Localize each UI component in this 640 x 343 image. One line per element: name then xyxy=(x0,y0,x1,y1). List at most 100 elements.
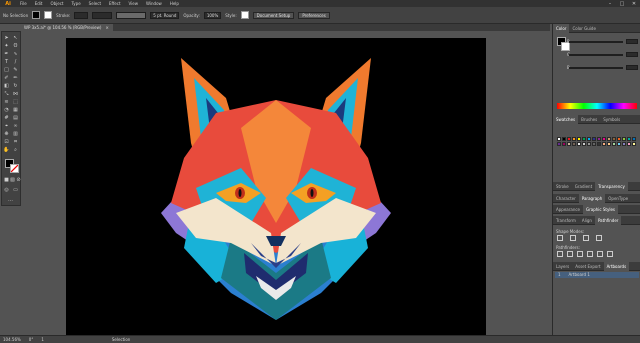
swatch[interactable] xyxy=(602,142,606,146)
tab-paragraph[interactable]: Paragraph xyxy=(578,193,606,203)
stroke-color-icon[interactable] xyxy=(10,164,19,173)
free-transform-icon[interactable]: ⬚ xyxy=(12,99,19,106)
direct-selection-tool-icon[interactable]: ↖ xyxy=(12,35,19,42)
preferences-button[interactable]: Preferences xyxy=(298,11,330,19)
tab-color[interactable]: Color xyxy=(553,23,570,33)
menu-edit[interactable]: Edit xyxy=(31,1,47,6)
crop-icon[interactable] xyxy=(587,251,593,257)
magic-wand-icon[interactable]: ✦ xyxy=(3,43,10,50)
tab-align[interactable]: Align xyxy=(579,216,595,225)
warp-tool-icon[interactable]: ≋ xyxy=(3,99,10,106)
graph-tool-icon[interactable]: ▥ xyxy=(12,131,19,138)
swatch[interactable] xyxy=(582,137,586,141)
menu-window[interactable]: Window xyxy=(142,1,166,6)
stroke-swatch[interactable] xyxy=(44,11,53,19)
swatch[interactable] xyxy=(587,142,591,146)
type-tool-icon[interactable]: T xyxy=(3,59,10,66)
channel-g-value[interactable] xyxy=(626,52,638,57)
maximize-icon[interactable]: □ xyxy=(616,1,628,7)
unite-icon[interactable] xyxy=(557,235,563,241)
swatch[interactable] xyxy=(632,142,636,146)
swatch[interactable] xyxy=(597,142,601,146)
tab-symbols[interactable]: Symbols xyxy=(600,115,623,124)
menu-file[interactable]: File xyxy=(16,1,31,6)
channel-b-slider[interactable] xyxy=(569,67,623,69)
dash-profile[interactable] xyxy=(116,11,147,19)
swatch[interactable] xyxy=(577,137,581,141)
channel-r-value[interactable] xyxy=(626,39,638,44)
tab-brushes[interactable]: Brushes xyxy=(578,115,600,124)
slice-tool-icon[interactable]: ⌗ xyxy=(12,139,19,146)
menu-select[interactable]: Select xyxy=(85,1,105,6)
swatch[interactable] xyxy=(612,142,616,146)
tab-stroke[interactable]: Stroke xyxy=(553,182,572,191)
gradient-tool-icon[interactable]: ▤ xyxy=(12,115,19,122)
symbol-sprayer-icon[interactable]: ❋ xyxy=(3,131,10,138)
tab-transform[interactable]: Transform xyxy=(553,216,579,225)
variable-width-dropdown[interactable] xyxy=(92,11,113,19)
selection-tool-icon[interactable]: ➤ xyxy=(3,35,10,42)
swatch[interactable] xyxy=(557,137,561,141)
none-mode-icon[interactable]: ⊘ xyxy=(15,177,22,184)
swatch[interactable] xyxy=(632,137,636,141)
menu-object[interactable]: Object xyxy=(46,1,67,6)
swatch[interactable] xyxy=(612,137,616,141)
channel-g-slider[interactable] xyxy=(569,54,623,56)
tab-asset-export[interactable]: Asset Export xyxy=(572,262,603,271)
curvature-tool-icon[interactable]: ∿ xyxy=(12,51,19,58)
minus-back-icon[interactable] xyxy=(607,251,613,257)
swatch[interactable] xyxy=(627,137,631,141)
pencil-tool-icon[interactable]: ✏ xyxy=(12,75,19,82)
opacity-label[interactable]: Opacity: xyxy=(183,13,199,18)
edit-toolbar-icon[interactable]: … xyxy=(7,197,14,204)
fill-swatch[interactable] xyxy=(32,11,41,19)
close-window-icon[interactable]: ✕ xyxy=(628,1,640,7)
channel-r-slider[interactable] xyxy=(569,41,623,43)
swatch[interactable] xyxy=(597,137,601,141)
eyedropper-icon[interactable]: ⌖ xyxy=(3,123,10,130)
swatch[interactable] xyxy=(607,142,611,146)
eraser-tool-icon[interactable]: ◧ xyxy=(3,83,10,90)
swatch[interactable] xyxy=(572,137,576,141)
brush-dropdown[interactable]: 5 pt. Round xyxy=(150,11,180,19)
close-tab-icon[interactable]: × xyxy=(105,24,108,31)
tab-swatches[interactable]: Swatches xyxy=(553,114,579,124)
intersect-icon[interactable] xyxy=(583,235,589,241)
tab-gradient[interactable]: Gradient xyxy=(572,182,595,191)
menu-type[interactable]: Type xyxy=(67,1,84,6)
shaper-tool-icon[interactable]: ✐ xyxy=(3,75,10,82)
document-setup-button[interactable]: Document Setup xyxy=(252,11,295,19)
rotate-tool-icon[interactable]: ↻ xyxy=(12,83,19,90)
merge-icon[interactable] xyxy=(577,251,583,257)
trim-icon[interactable] xyxy=(567,251,573,257)
menu-effect[interactable]: Effect xyxy=(105,1,125,6)
swatch[interactable] xyxy=(567,142,571,146)
tab-artboards[interactable]: Artboards xyxy=(603,261,630,271)
tab-color-guide[interactable]: Color Guide xyxy=(569,24,598,33)
hand-tool-icon[interactable]: ✋ xyxy=(3,147,10,154)
menu-help[interactable]: Help xyxy=(166,1,183,6)
artboard-number[interactable]: 1 xyxy=(41,337,44,342)
zoom-tool-icon[interactable]: ⌕ xyxy=(12,147,19,154)
tab-appearance[interactable]: Appearance xyxy=(553,205,583,214)
channel-b-value[interactable] xyxy=(626,65,638,70)
artboard-canvas[interactable] xyxy=(66,38,486,335)
tab-layers[interactable]: Layers xyxy=(553,262,572,271)
scale-tool-icon[interactable]: ⤡ xyxy=(3,91,10,98)
swatch[interactable] xyxy=(562,137,566,141)
minimize-icon[interactable]: – xyxy=(604,1,616,7)
style-swatch[interactable] xyxy=(240,11,249,19)
swatch[interactable] xyxy=(577,142,581,146)
swatch[interactable] xyxy=(567,137,571,141)
rotation-value[interactable]: 0° xyxy=(29,337,34,342)
zoom-level[interactable]: 104.56% xyxy=(3,337,21,342)
tab-transparency[interactable]: Transparency xyxy=(595,181,628,191)
document-tab[interactable]: WP 3x5.ai* @ 104.56 % (RGB/Preview) × xyxy=(20,24,113,31)
swatch[interactable] xyxy=(572,142,576,146)
blend-tool-icon[interactable]: ∞ xyxy=(12,123,19,130)
rectangle-tool-icon[interactable]: □ xyxy=(3,67,10,74)
tab-graphic-styles[interactable]: Graphic Styles xyxy=(583,204,619,214)
swatch[interactable] xyxy=(622,137,626,141)
paintbrush-tool-icon[interactable]: ✎ xyxy=(12,67,19,74)
swatch[interactable] xyxy=(562,142,566,146)
